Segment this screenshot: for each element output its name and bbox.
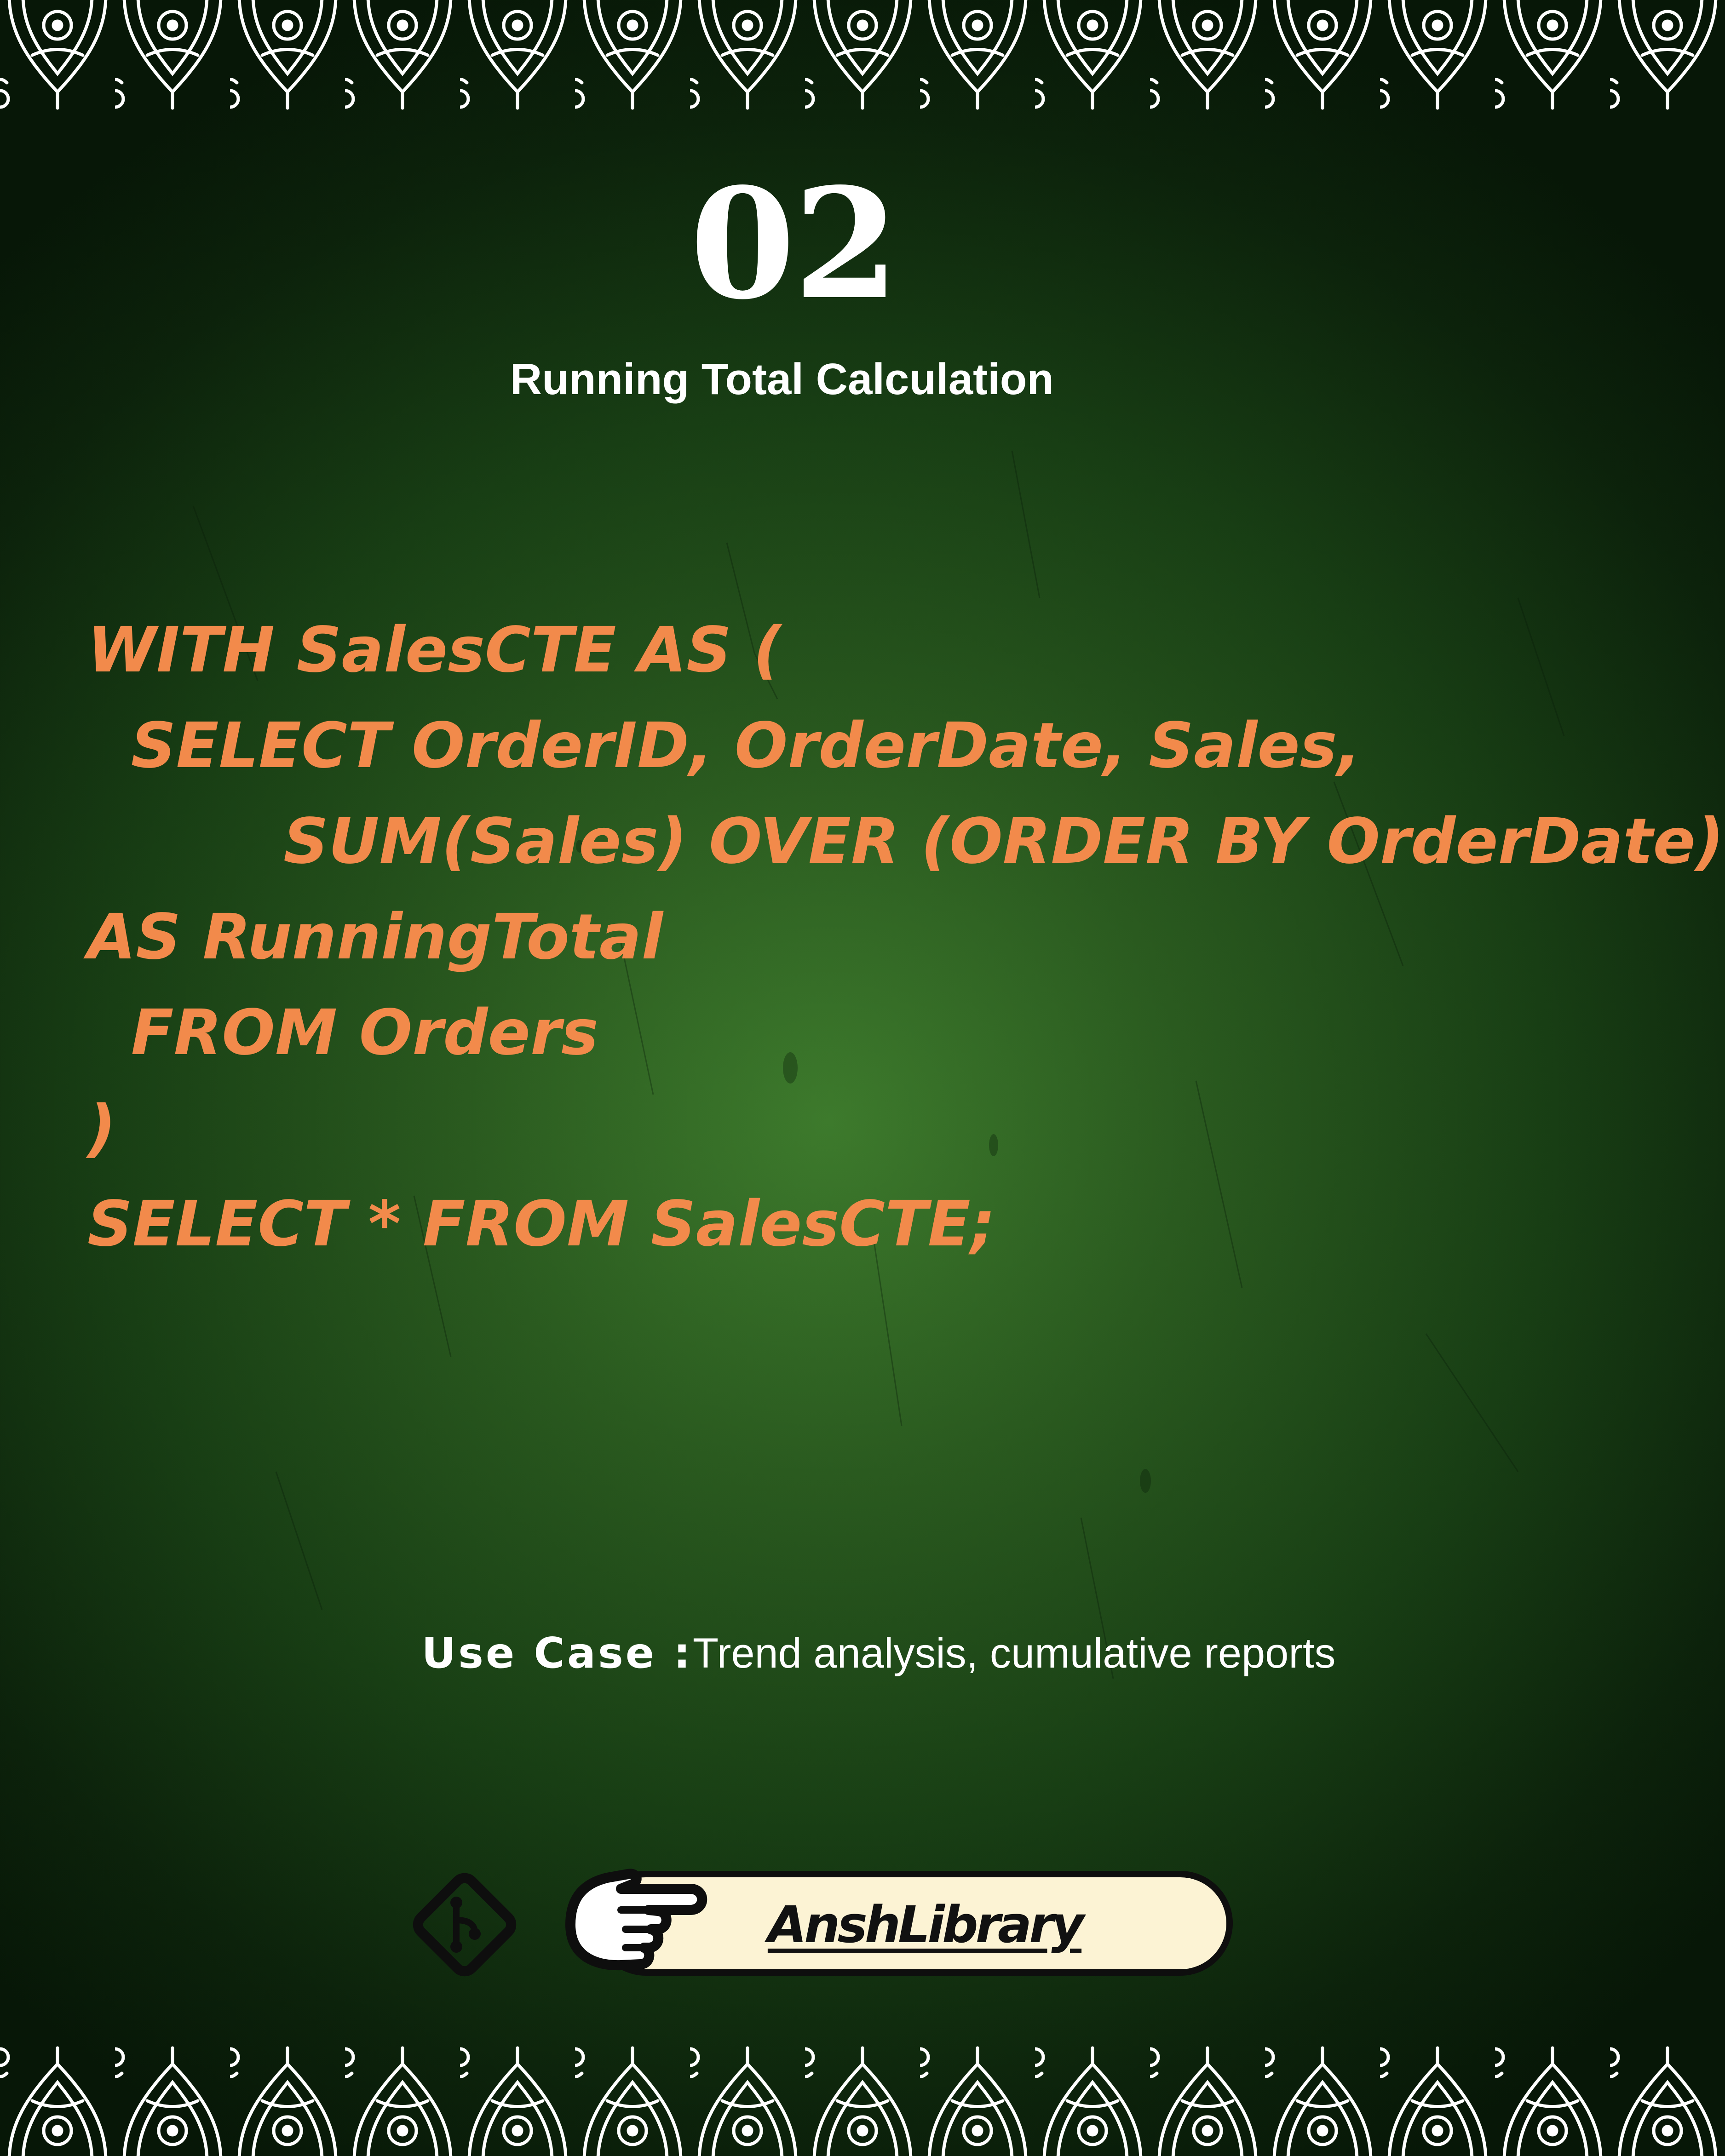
use-case: Use Case :Trend analysis, cumulative rep…: [0, 1626, 1725, 1681]
git-branch-icon[interactable]: [405, 1865, 524, 1984]
slide-number: 02: [690, 155, 899, 333]
slide-title: Running Total Calculation: [510, 355, 1054, 404]
code-line: ): [87, 1092, 116, 1165]
code-line: SUM(Sales) OVER (ORDER BY OrderDate): [87, 805, 1724, 878]
code-line: WITH SalesCTE AS (: [87, 614, 782, 687]
code-line: AS RunningTotal: [87, 901, 663, 974]
code-line: SELECT * FROM SalesCTE;: [87, 1188, 996, 1261]
pointing-hand-icon: [565, 1869, 707, 1971]
use-case-text: Trend analysis, cumulative reports: [692, 1630, 1336, 1677]
top-ornamental-border: [0, 0, 1725, 120]
use-case-label: Use Case :: [421, 1628, 693, 1678]
code-line: SELECT OrderID, OrderDate, Sales,: [87, 710, 1361, 782]
sql-code-block: WITH SalesCTE AS ( SELECT OrderID, Order…: [87, 602, 1724, 1272]
brand-name[interactable]: AnshLibrary: [718, 1890, 1132, 1959]
code-line: FROM Orders: [87, 997, 598, 1069]
bottom-ornamental-border: [0, 2036, 1725, 2156]
